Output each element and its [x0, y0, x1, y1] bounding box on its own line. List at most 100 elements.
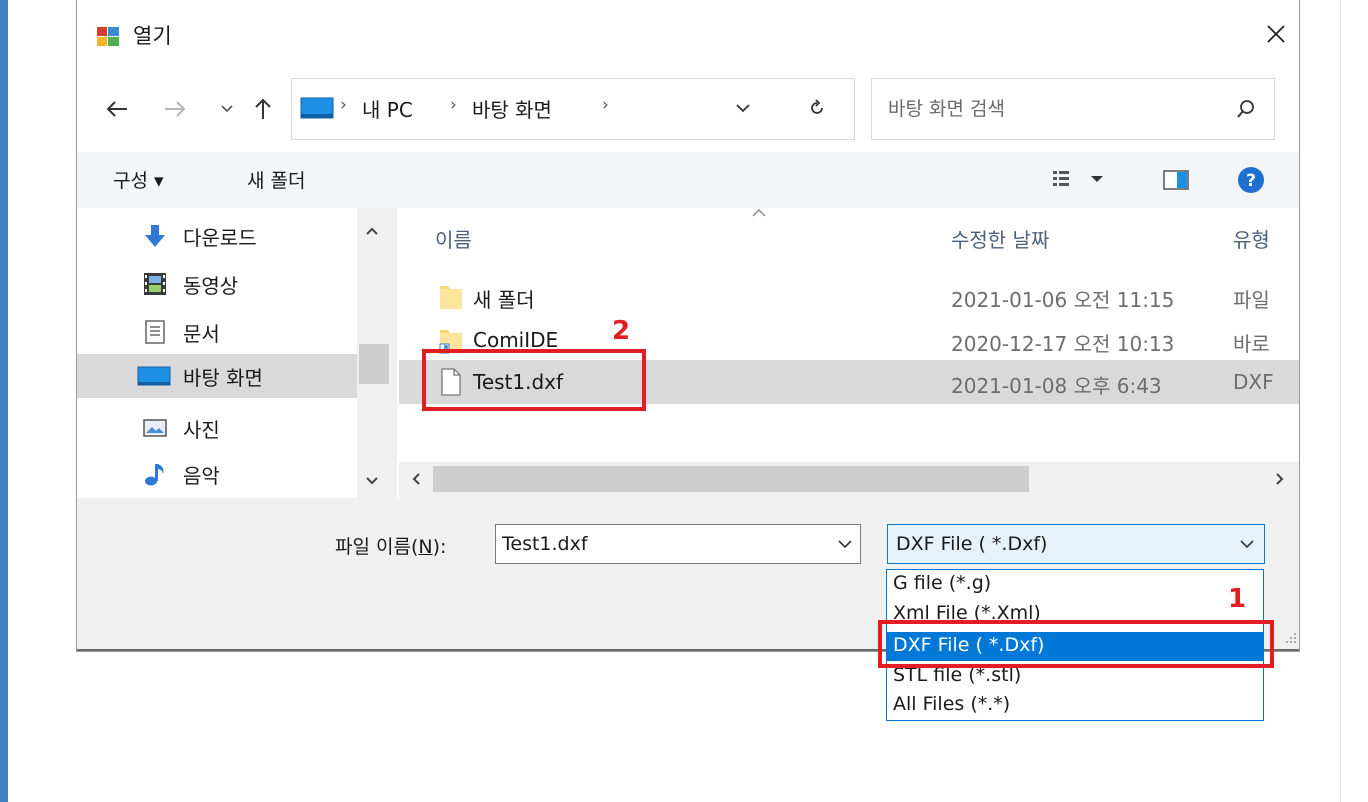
navigation-pane-scrollbar[interactable] [357, 208, 397, 498]
new-folder-button[interactable]: 새 폴더 [247, 166, 305, 193]
recent-locations-button[interactable] [215, 90, 239, 128]
chevron-down-icon [221, 105, 233, 113]
file-type: 파일 [1233, 288, 1270, 312]
filetype-selected-value: DXF File ( *.Dxf) [896, 533, 1048, 555]
annotation-number: 2 [612, 316, 631, 346]
page-left-accent-bar [0, 0, 8, 802]
file-row-selected[interactable]: Test1.dxf 2021-01-08 오후 6:43 DXF [399, 360, 1299, 404]
scrollbar-thumb[interactable] [359, 344, 389, 384]
view-options-icon[interactable] [1051, 168, 1107, 190]
filetype-option-label: Xml File (*.Xml) [893, 602, 1041, 624]
nav-item-pictures[interactable]: 사진 [77, 406, 357, 450]
resize-grip-icon[interactable] [1285, 632, 1297, 644]
video-icon [144, 273, 166, 295]
nav-item-label: 사진 [183, 418, 220, 442]
file-name: 새 폴더 [473, 288, 535, 312]
nav-item-label: 다운로드 [183, 226, 257, 250]
filetype-option-label: G file (*.g) [893, 572, 992, 594]
dialog-app-icon [97, 27, 119, 46]
filetype-option[interactable]: Xml File (*.Xml) [887, 600, 1263, 629]
help-icon[interactable]: ? [1237, 166, 1265, 194]
chevron-down-icon [736, 104, 750, 113]
screenshot-canvas: 열기 › 내 PC › 바탕 화면 › 바탕 화면 검색 구성 ▾ 새 폴더 ?… [0, 0, 1368, 802]
desktop-icon [300, 97, 334, 119]
file-date: 2020-12-17 오전 10:13 [951, 332, 1175, 356]
preview-pane-icon[interactable] [1163, 170, 1189, 190]
navigation-pane: 다운로드 동영상 문서 바탕 화면 사진 음악 [77, 208, 397, 498]
title-bar: 열기 [77, 0, 1299, 72]
file-icon [441, 368, 461, 396]
filetype-option-label: STL file (*.stl) [893, 664, 1022, 686]
up-button[interactable] [245, 90, 281, 128]
chevron-right-icon [1276, 473, 1284, 485]
scrollbar-thumb[interactable] [433, 466, 1029, 492]
chevron-left-icon [412, 473, 420, 485]
pictures-icon [143, 419, 167, 437]
desktop-icon [137, 366, 171, 386]
breadcrumb-item-desktop[interactable]: 바탕 화면 [472, 94, 552, 123]
nav-item-label: 문서 [183, 322, 220, 346]
folder-icon [440, 286, 462, 309]
column-header-date[interactable]: 수정한 날짜 [951, 224, 1049, 253]
chevron-up-icon[interactable] [365, 226, 379, 236]
search-input[interactable] [888, 87, 1208, 131]
forward-button[interactable] [157, 90, 193, 128]
arrow-up-icon [255, 98, 271, 119]
nav-item-music[interactable]: 음악 [77, 452, 357, 496]
column-header-type[interactable]: 유형 [1233, 224, 1270, 253]
file-list-horizontal-scrollbar[interactable] [399, 462, 1299, 498]
arrow-left-icon [106, 101, 127, 117]
file-type: DXF [1233, 370, 1274, 394]
breadcrumb-item-this-pc[interactable]: 내 PC [362, 94, 413, 123]
filetype-option-label: DXF File ( *.Dxf) [893, 634, 1045, 656]
filename-label-accesskey: N [418, 536, 433, 558]
open-file-dialog: 열기 › 내 PC › 바탕 화면 › 바탕 화면 검색 구성 ▾ 새 폴더 ?… [76, 0, 1300, 652]
dialog-title: 열기 [133, 24, 172, 48]
filename-combobox[interactable] [495, 524, 861, 564]
filetype-option-label: All Files (*.*) [893, 693, 1011, 715]
filename-label-prefix: 파일 이름( [335, 536, 419, 558]
nav-item-videos[interactable]: 동영상 [77, 262, 357, 306]
refresh-button[interactable] [793, 85, 841, 131]
filetype-option[interactable]: G file (*.g) [887, 570, 1263, 599]
file-type: 바로 [1233, 332, 1270, 356]
file-date: 2021-01-06 오전 11:15 [951, 288, 1175, 312]
file-row[interactable]: 새 폴더 2021-01-06 오전 11:15 파일 [399, 274, 1299, 318]
chevron-down-icon[interactable] [838, 539, 852, 549]
chevron-down-icon [1240, 540, 1254, 549]
close-icon [1267, 25, 1285, 43]
arrow-right-icon [165, 101, 186, 117]
filename-label: 파일 이름(N): [335, 532, 446, 559]
page-right-rule [1340, 0, 1341, 802]
search-icon [1237, 100, 1254, 118]
nav-item-desktop[interactable]: 바탕 화면 [77, 354, 357, 398]
scroll-left-button[interactable] [403, 466, 429, 492]
chevron-down-icon[interactable] [365, 476, 379, 486]
organize-menu-button[interactable]: 구성 ▾ [113, 166, 164, 193]
filetype-option[interactable]: STL file (*.stl) [887, 662, 1263, 691]
address-history-dropdown[interactable] [725, 85, 761, 131]
file-name: Test1.dxf [473, 370, 564, 394]
nav-item-label: 바탕 화면 [183, 366, 263, 390]
back-button[interactable] [99, 90, 135, 128]
nav-item-downloads[interactable]: 다운로드 [77, 214, 357, 258]
filetype-select[interactable]: DXF File ( *.Dxf) [887, 524, 1265, 564]
music-icon [145, 464, 164, 486]
filename-input[interactable] [502, 533, 822, 555]
filetype-option-selected[interactable]: DXF File ( *.Dxf) [887, 632, 1263, 661]
file-row[interactable]: ComiIDE 2020-12-17 오전 10:13 바로 [399, 318, 1299, 362]
sort-ascending-icon [752, 208, 766, 217]
scroll-right-button[interactable] [1267, 466, 1293, 492]
nav-item-documents[interactable]: 문서 [77, 310, 357, 354]
command-bar: 구성 ▾ 새 폴더 ? [77, 152, 1299, 208]
breadcrumb-separator: › [450, 95, 457, 115]
folder-shortcut-icon [439, 330, 462, 354]
search-box[interactable] [871, 78, 1275, 140]
nav-item-label: 음악 [183, 464, 220, 488]
address-bar[interactable]: › 내 PC › 바탕 화면 › [291, 78, 855, 140]
close-button[interactable] [1253, 14, 1299, 54]
filetype-option[interactable]: All Files (*.*) [887, 691, 1263, 720]
filename-label-suffix: ): [432, 536, 447, 558]
column-header-name[interactable]: 이름 [435, 224, 472, 253]
annotation-number: 1 [1228, 584, 1247, 614]
